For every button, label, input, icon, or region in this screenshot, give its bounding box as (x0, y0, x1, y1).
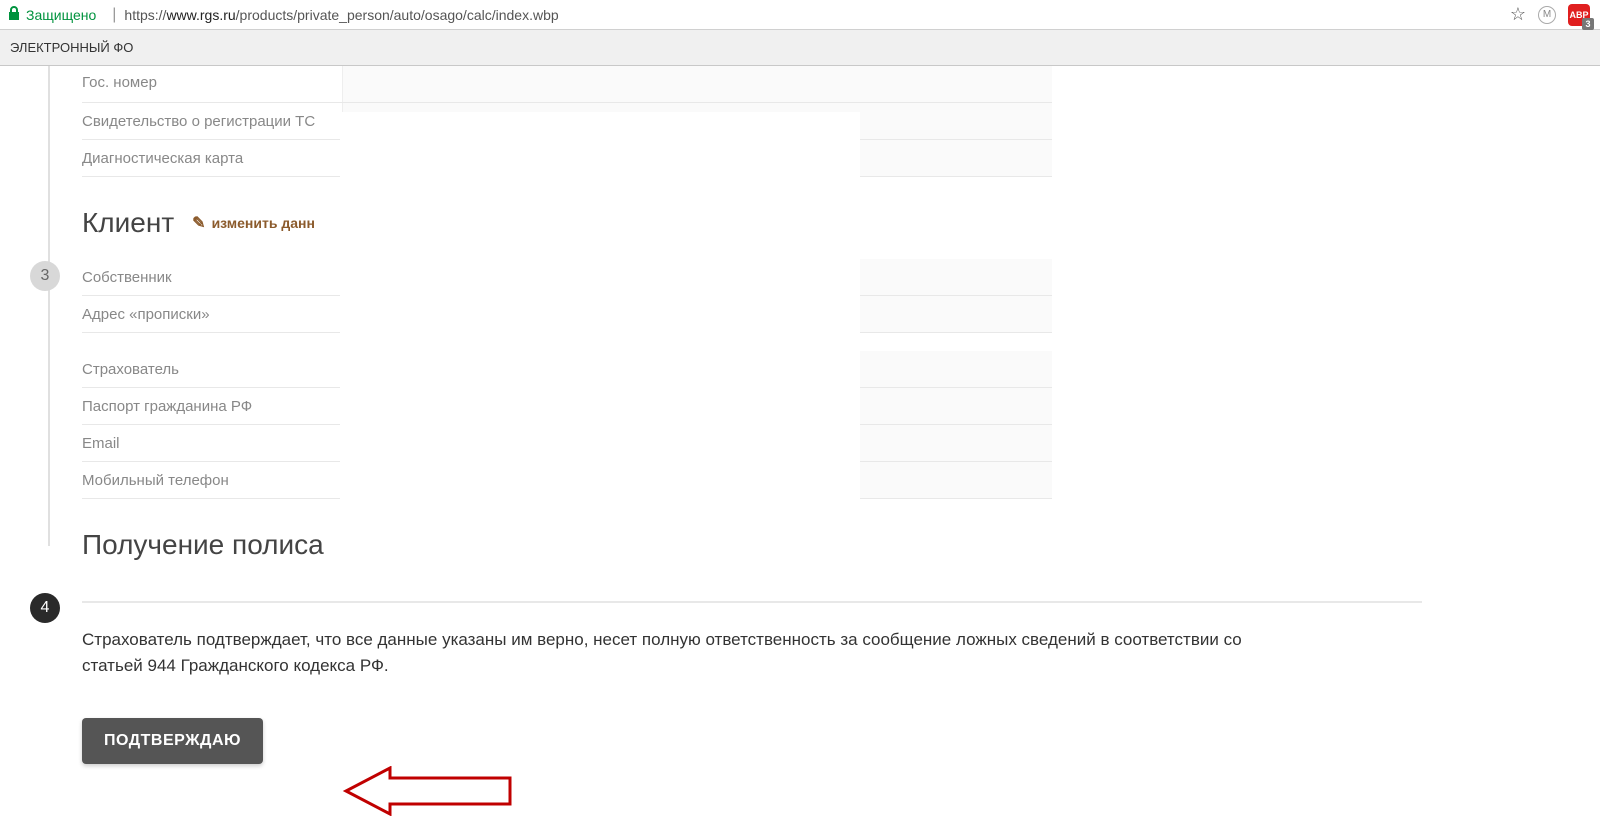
field-label-address: Адрес «прописки» (82, 298, 342, 331)
extension-m-icon[interactable]: M (1538, 6, 1556, 24)
lock-icon (8, 6, 20, 23)
confirmation-section: Страхователь подтверждает, что все данны… (82, 601, 1422, 764)
field-gos-nomer: Гос. номер (82, 66, 1052, 103)
step-3-title: Клиент (82, 207, 174, 239)
active-tab-label[interactable]: ЭЛЕКТРОННЫЙ ФО (4, 40, 139, 55)
field-value-gos-nomer (342, 66, 1052, 102)
address-bar-right: ☆ M ABP 3 (1510, 4, 1590, 26)
step-timeline (48, 66, 50, 546)
separator: | (112, 6, 116, 24)
url-path: /products/private_person/auto/osago/calc… (236, 7, 559, 23)
pencil-icon: ✎ (192, 213, 205, 233)
field-label-insurer: Страхователь (82, 353, 342, 386)
field-label-gos-nomer: Гос. номер (82, 70, 342, 99)
field-label-email: Email (82, 427, 342, 460)
page-content: Гос. номер Свидетельство о регистрации Т… (0, 66, 1600, 764)
privacy-overlay (340, 112, 860, 567)
step-4-title: Получение полиса (82, 529, 324, 561)
url-domain: www.rgs.ru (166, 7, 235, 23)
disclaimer-text: Страхователь подтверждает, что все данны… (82, 627, 1282, 678)
secure-label: Защищено (26, 7, 96, 23)
step-3-circle: 3 (30, 261, 60, 291)
field-label-sts: Свидетельство о регистрации ТС (82, 105, 342, 138)
url-prefix: https:// (124, 7, 166, 23)
step-4-circle: 4 (30, 593, 60, 623)
divider (82, 601, 1422, 603)
red-arrow-annotation (340, 766, 520, 816)
field-label-passport: Паспорт гражданина РФ (82, 390, 342, 423)
edit-link-label: изменить данн (212, 215, 315, 231)
ext-abp-badge: 3 (1582, 18, 1594, 30)
url-text[interactable]: https://www.rgs.ru/products/private_pers… (124, 7, 558, 23)
browser-address-bar: Защищено | https://www.rgs.ru/products/p… (0, 0, 1600, 30)
field-label-owner: Собственник (82, 261, 342, 294)
tabs-bar: ЭЛЕКТРОННЫЙ ФО (0, 30, 1600, 66)
bookmark-star-icon[interactable]: ☆ (1510, 4, 1526, 25)
field-label-diag: Диагностическая карта (82, 142, 342, 175)
edit-client-link[interactable]: ✎ изменить данн (192, 213, 315, 233)
confirm-button[interactable]: ПОДТВЕРЖДАЮ (82, 718, 263, 764)
extension-abp-icon[interactable]: ABP 3 (1568, 4, 1590, 26)
field-label-phone: Мобильный телефон (82, 464, 342, 497)
